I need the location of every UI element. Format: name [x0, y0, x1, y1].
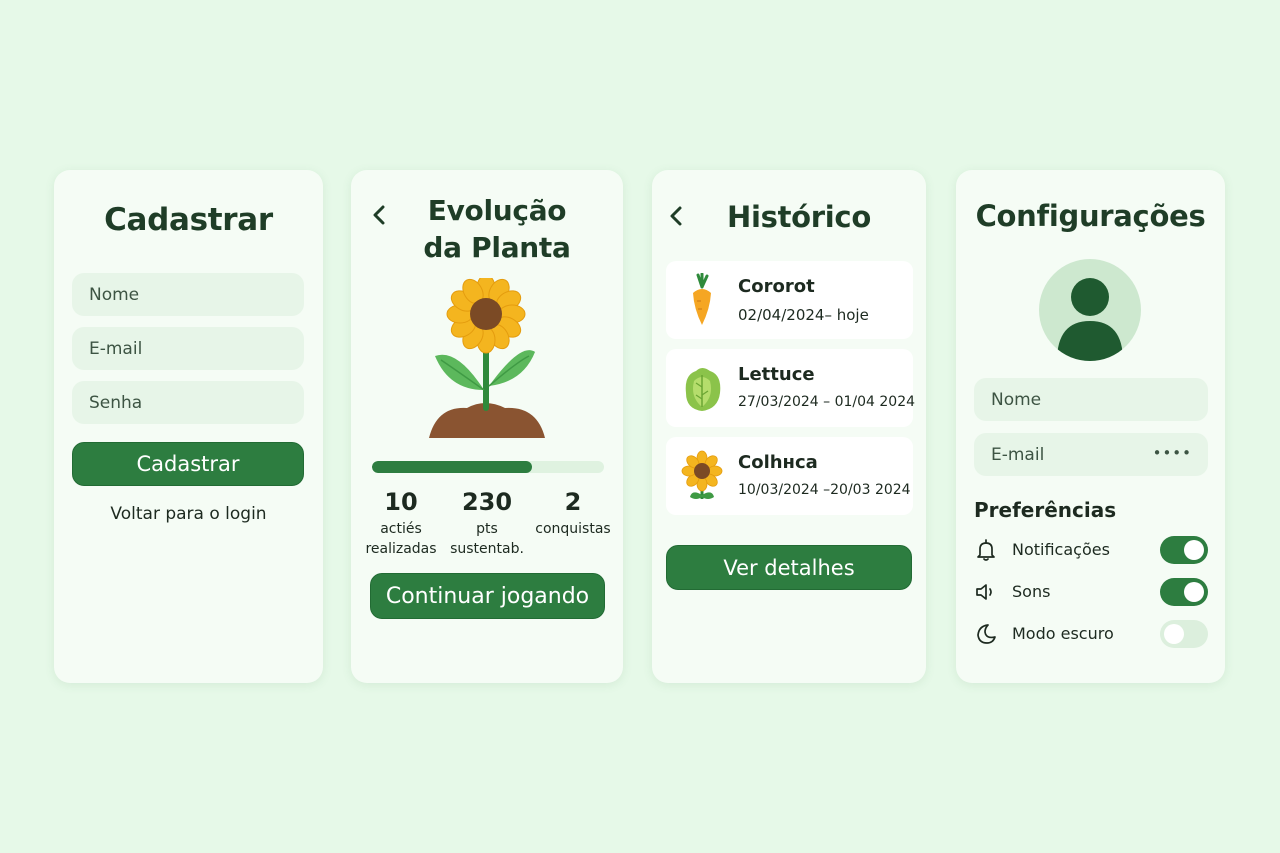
stat-achievements-label1: conquistas — [535, 521, 611, 537]
settings-card: Configurações Nome E-mail •••• Preferênc… — [956, 170, 1225, 683]
history-item[interactable]: Lettuce 27/03/2024 – 01/04 2024 — [666, 349, 916, 427]
sunflower-icon — [681, 450, 723, 499]
stat-achievements-value: 2 — [564, 488, 582, 516]
email-field-label: E-mail — [991, 444, 1045, 465]
moon-icon — [977, 624, 996, 644]
stat-points: 230 pts sustentab. — [447, 488, 527, 559]
stat-achievements: 2 conquistas — [531, 488, 615, 539]
history-item-dates: 27/03/2024 – 01/04 2024 — [738, 394, 916, 410]
stat-points-label1: pts — [476, 521, 498, 537]
view-details-button[interactable]: Ver detalhes — [666, 545, 912, 590]
settings-title: Configurações — [975, 199, 1206, 233]
pref-dark-mode: Modo escuro — [974, 619, 1208, 649]
preferences-title: Preferências — [974, 498, 1117, 522]
evolution-title-line1: Evolução — [427, 194, 567, 227]
toggle-knob — [1184, 540, 1204, 560]
password-field[interactable]: Senha — [72, 381, 304, 424]
plant-progress-fill — [372, 461, 533, 473]
continue-playing-button[interactable]: Continuar jogando — [370, 573, 605, 619]
pref-notifications: Notificações — [974, 535, 1208, 565]
history-card: Histórico Cororot 02/04/2024– hoje Lettu… — [652, 170, 926, 683]
plant-evolution-card: Evolução da Planta 10 actiés realizadas … — [351, 170, 623, 683]
email-field[interactable]: E-mail •••• — [974, 433, 1208, 476]
sunflower-plant-icon — [429, 278, 545, 438]
sounds-toggle[interactable] — [1160, 578, 1208, 606]
stat-points-value: 230 — [461, 488, 513, 516]
toggle-knob — [1164, 624, 1184, 644]
signup-title: Cadastrar — [104, 202, 273, 238]
history-item-name: Colhнca — [738, 452, 818, 473]
pref-dark-mode-label: Modo escuro — [1012, 624, 1114, 643]
pref-sounds-label: Sons — [1012, 582, 1051, 601]
email-masked-value: •••• — [1152, 444, 1192, 462]
carrot-icon — [693, 273, 711, 325]
dark-mode-toggle[interactable] — [1160, 620, 1208, 648]
history-item-dates: 02/04/2024– hoje — [738, 306, 869, 324]
back-to-login-link[interactable]: Voltar para o login — [54, 504, 323, 524]
evolution-title: Evolução da Planta — [371, 192, 623, 266]
name-field[interactable]: Nome — [72, 273, 304, 316]
signup-button[interactable]: Cadastrar — [72, 442, 304, 486]
stat-actions-label1: actiés — [380, 521, 422, 537]
avatar[interactable] — [1039, 259, 1141, 361]
email-field[interactable]: E-mail — [72, 327, 304, 370]
evolution-title-line2: da Planta — [423, 231, 571, 264]
pref-notifications-label: Notificações — [1012, 540, 1110, 559]
history-item-dates: 10/03/2024 –20/03 2024 — [738, 482, 911, 498]
stat-points-label2: sustentab. — [450, 541, 524, 557]
signup-card: Cadastrar Nome E-mail Senha Cadastrar Vo… — [54, 170, 323, 683]
stat-actions-label2: realizadas — [365, 541, 437, 557]
toggle-knob — [1184, 582, 1204, 602]
history-item-name: Lettuce — [738, 364, 815, 385]
pref-sounds: Sons — [974, 577, 1208, 607]
lettuce-icon — [685, 368, 721, 411]
stat-actions: 10 actiés realizadas — [361, 488, 441, 559]
notifications-toggle[interactable] — [1160, 536, 1208, 564]
history-title: Histórico — [727, 200, 871, 234]
name-field[interactable]: Nome — [974, 378, 1208, 421]
history-item[interactable]: Cororot 02/04/2024– hoje — [666, 261, 913, 339]
history-item[interactable]: Colhнca 10/03/2024 –20/03 2024 — [666, 437, 913, 515]
plant-progress-bar — [372, 461, 604, 473]
speaker-icon — [976, 584, 992, 600]
stat-actions-value: 10 — [384, 488, 418, 516]
history-item-name: Cororot — [738, 276, 815, 297]
bell-icon — [977, 539, 995, 561]
